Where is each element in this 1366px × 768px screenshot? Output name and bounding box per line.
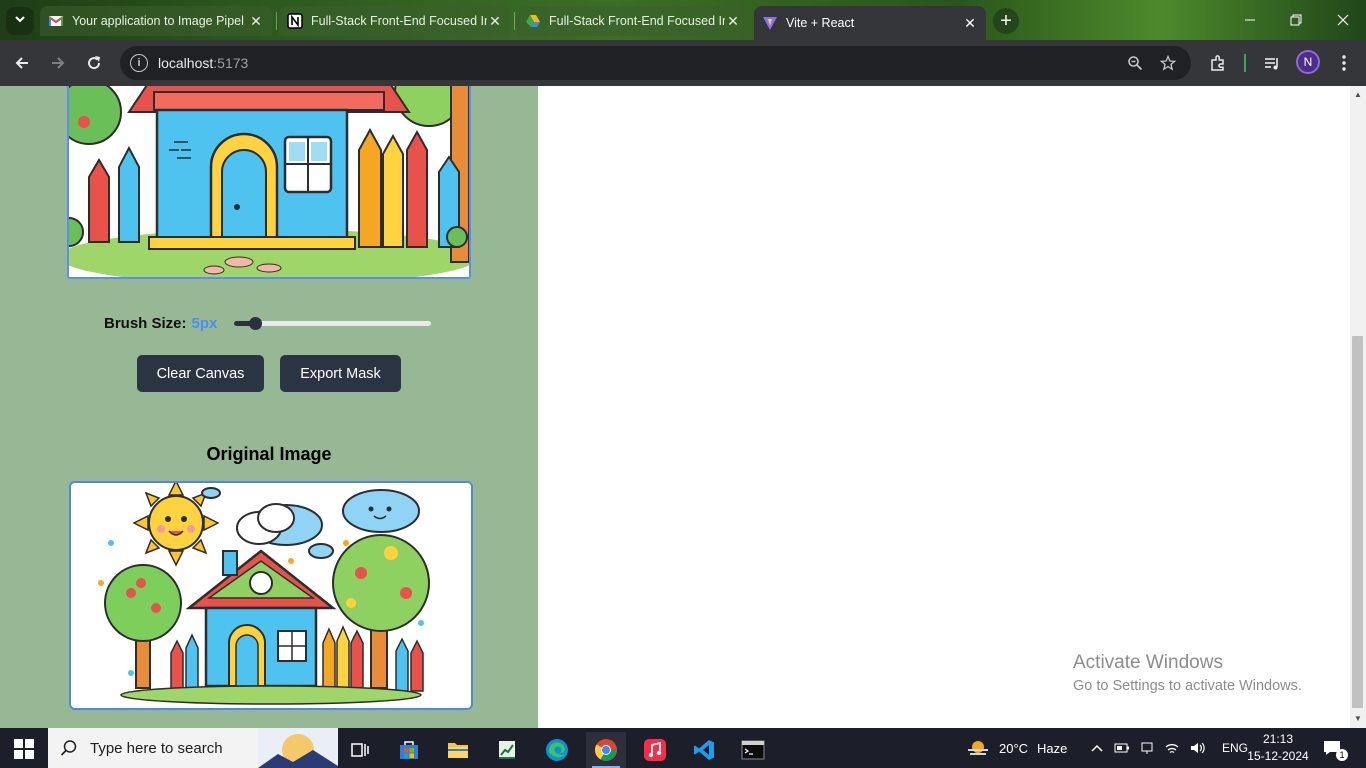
browser-toolbar: i localhost:5173 N xyxy=(0,40,1366,86)
brush-size-value: 5px xyxy=(191,315,218,332)
vite-icon xyxy=(762,15,778,31)
chrome-browser-icon[interactable] xyxy=(586,732,626,768)
media-control-icon[interactable] xyxy=(1260,51,1284,75)
close-tab-icon[interactable]: ✕ xyxy=(725,13,741,30)
tab-divider xyxy=(514,12,515,30)
original-image xyxy=(69,481,473,710)
new-tab-button[interactable]: + xyxy=(993,8,1019,34)
watermark-title: Activate Windows xyxy=(1073,652,1223,673)
notifications-button[interactable]: 1 xyxy=(1322,728,1348,768)
notification-center-icon: 1 xyxy=(1322,739,1348,761)
brush-size-slider[interactable] xyxy=(234,317,431,330)
search-icon xyxy=(60,739,78,757)
close-tab-icon[interactable]: ✕ xyxy=(248,13,264,30)
meet-now-icon[interactable] xyxy=(1140,741,1154,755)
notion-icon xyxy=(287,13,303,29)
taskbar-search-box[interactable]: Type here to search xyxy=(48,728,338,768)
profile-avatar[interactable]: N xyxy=(1296,50,1320,74)
wifi-icon[interactable] xyxy=(1164,741,1180,755)
gmail-icon xyxy=(48,13,64,29)
reload-icon[interactable] xyxy=(82,51,106,75)
tab-title: Vite + React xyxy=(786,16,855,30)
music-app-icon[interactable] xyxy=(635,732,675,768)
tab-notion[interactable]: Full-Stack Front-End Focused In ✕ xyxy=(279,6,511,36)
zoom-icon[interactable] xyxy=(1125,53,1145,73)
minimize-icon[interactable] xyxy=(1238,8,1262,32)
tab-title: Full-Stack Front-End Focused In xyxy=(549,14,725,28)
scroll-down-icon[interactable]: ▼ xyxy=(1353,714,1363,724)
original-illustration xyxy=(71,483,471,708)
close-window-icon[interactable] xyxy=(1331,8,1355,32)
excel-file-icon[interactable] xyxy=(487,732,527,768)
tab-divider xyxy=(276,12,277,30)
address-bar[interactable]: i localhost:5173 xyxy=(120,46,1191,80)
back-icon[interactable] xyxy=(10,51,34,75)
vscode-icon[interactable] xyxy=(684,732,724,768)
more-menu-icon[interactable] xyxy=(1332,51,1356,75)
windows-activation-watermark: Activate Windows Go to Settings to activ… xyxy=(1073,652,1302,694)
weather-widget[interactable]: 20°C Haze xyxy=(966,728,1067,768)
page-viewport: Brush Size: 5px Clear Canvas Export Mask… xyxy=(0,86,1350,728)
clock-date: 15-12-2024 xyxy=(1247,749,1309,763)
haze-weather-icon xyxy=(966,738,990,758)
battery-icon[interactable] xyxy=(1114,742,1130,754)
canvas-illustration xyxy=(69,86,469,277)
clock-time: 21:13 xyxy=(1262,732,1294,746)
file-explorer-icon[interactable] xyxy=(438,732,478,768)
show-hidden-icons-icon[interactable] xyxy=(1090,743,1104,753)
toolbar-divider xyxy=(1244,54,1246,72)
url-port: :5173 xyxy=(213,55,249,71)
forward-icon[interactable] xyxy=(46,51,70,75)
scroll-up-icon[interactable]: ▲ xyxy=(1353,90,1363,100)
tab-title: Your application to Image Pipel xyxy=(72,14,244,28)
search-highlight-illustration xyxy=(258,728,338,768)
mask-drawing-canvas[interactable] xyxy=(67,86,471,279)
windows-taskbar: Type here to search 20°C Haze ENG 21:13 … xyxy=(0,728,1366,768)
tab-title: Full-Stack Front-End Focused In xyxy=(311,14,487,28)
search-placeholder: Type here to search xyxy=(90,739,223,757)
scrollbar-thumb[interactable] xyxy=(1352,336,1363,708)
terminal-icon[interactable] xyxy=(733,732,773,768)
watermark-subtitle: Go to Settings to activate Windows. xyxy=(1073,678,1302,694)
chevron-down-icon xyxy=(14,12,26,30)
tab-search-button[interactable] xyxy=(6,7,34,35)
extensions-icon[interactable] xyxy=(1206,51,1230,75)
tab-drive[interactable]: Full-Stack Front-End Focused In ✕ xyxy=(517,6,749,36)
page-scrollbar[interactable]: ▲ ▼ xyxy=(1350,86,1366,728)
tab-strip: Your application to Image Pipel ✕ Full-S… xyxy=(0,0,1366,40)
clear-canvas-button[interactable]: Clear Canvas xyxy=(137,355,264,392)
notification-count-badge: 1 xyxy=(1336,749,1348,761)
volume-icon[interactable] xyxy=(1190,741,1206,755)
export-mask-button[interactable]: Export Mask xyxy=(280,355,401,392)
original-image-title: Original Image xyxy=(206,444,332,464)
microsoft-store-icon[interactable] xyxy=(389,732,429,768)
brush-size-control: Brush Size: 5px xyxy=(104,315,217,332)
slider-thumb[interactable] xyxy=(249,317,262,330)
edge-browser-icon[interactable] xyxy=(537,732,577,768)
restore-icon[interactable] xyxy=(1284,8,1308,32)
windows-start-icon[interactable] xyxy=(14,739,34,759)
brush-size-label: Brush Size: xyxy=(104,315,187,332)
weather-temperature: 20°C xyxy=(999,740,1029,756)
close-tab-icon[interactable]: ✕ xyxy=(962,15,978,32)
tab-vite-react[interactable]: Vite + React ✕ xyxy=(754,6,986,40)
system-tray: ENG xyxy=(1090,728,1248,768)
tab-gmail[interactable]: Your application to Image Pipel ✕ xyxy=(40,6,272,36)
site-info-icon[interactable]: i xyxy=(130,54,148,72)
editor-panel: Brush Size: 5px Clear Canvas Export Mask… xyxy=(0,86,538,728)
close-tab-icon[interactable]: ✕ xyxy=(487,13,503,30)
bookmark-star-icon[interactable] xyxy=(1158,53,1178,73)
task-view-icon[interactable] xyxy=(340,732,380,768)
url-host: localhost xyxy=(158,55,214,71)
weather-condition: Haze xyxy=(1037,740,1068,756)
taskbar-clock[interactable]: 21:13 15-12-2024 xyxy=(1244,731,1312,765)
drive-icon xyxy=(525,13,541,29)
